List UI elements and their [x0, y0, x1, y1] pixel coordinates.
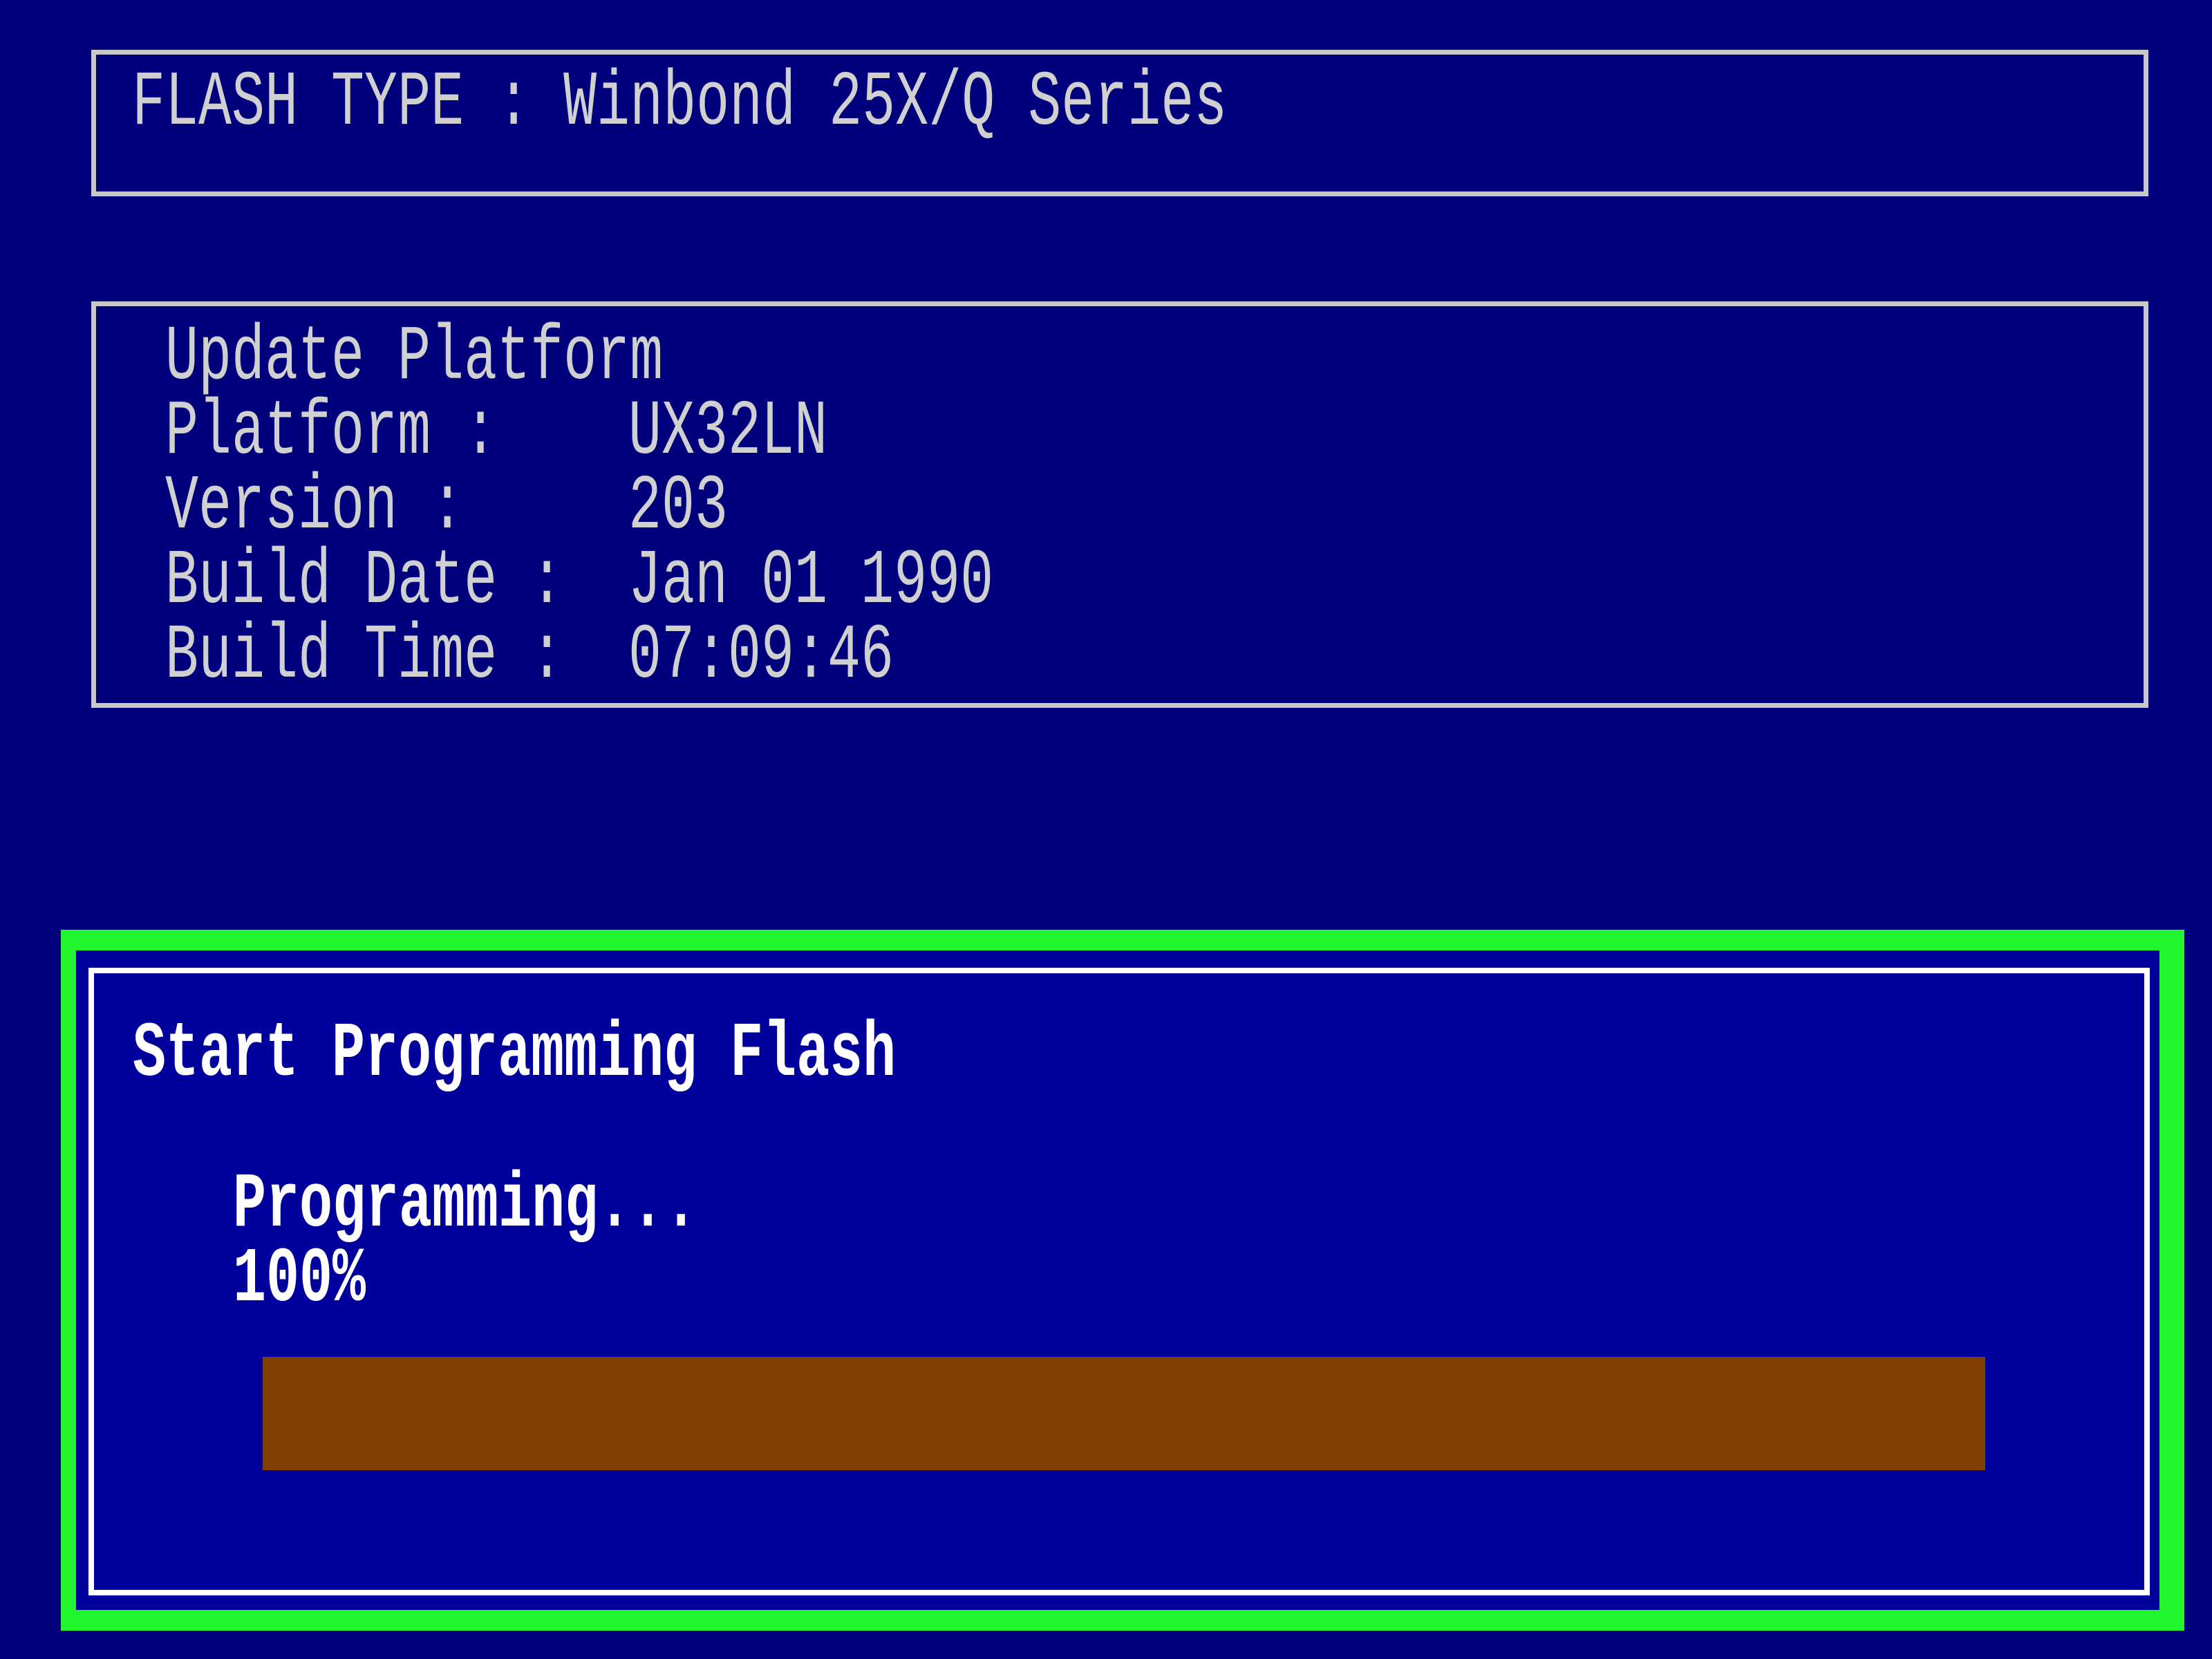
build-time-label: Build Time :	[165, 619, 563, 696]
platform-info-panel: Update Platform Platform : UX32LN Versio…	[91, 301, 2148, 708]
platform-value: UX32LN	[628, 395, 827, 472]
version-value: 203	[628, 469, 728, 547]
progress-bar	[263, 1357, 1985, 1470]
progress-percent-label: 100%	[233, 1242, 366, 1320]
platform-label: Platform :	[165, 395, 497, 472]
version-label: Version :	[165, 469, 464, 547]
flash-type-panel: FLASH TYPE : Winbond 25X/Q Series	[91, 50, 2148, 196]
platform-info-title: Update Platform	[165, 320, 663, 397]
programming-status: Programming...	[233, 1168, 697, 1245]
build-date-value: Jan 01 1990	[628, 544, 993, 621]
progress-bar-fill	[263, 1357, 1985, 1470]
programming-panel: Start Programming Flash Programming... 1…	[88, 968, 2150, 1595]
flash-type-text: FLASH TYPE : Winbond 25X/Q Series	[132, 66, 1227, 143]
build-time-value: 07:09:46	[628, 619, 894, 696]
programming-title: Start Programming Flash	[133, 1017, 896, 1094]
build-date-label: Build Date :	[165, 544, 563, 621]
